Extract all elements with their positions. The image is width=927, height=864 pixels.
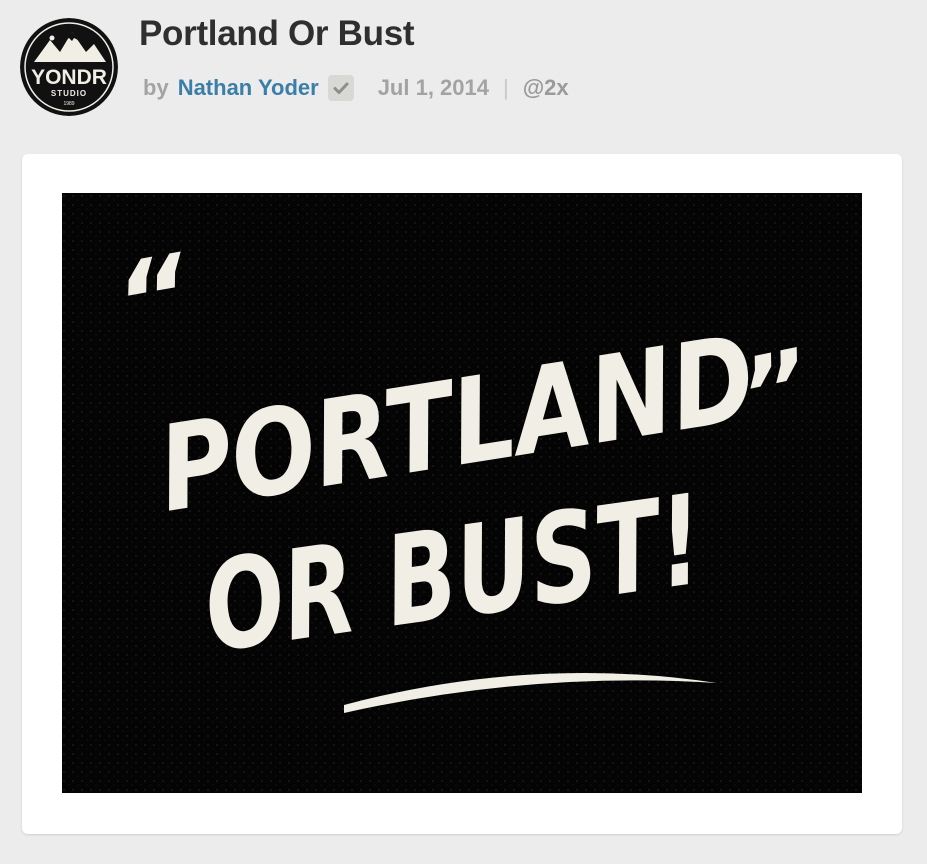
author-link[interactable]: Nathan Yoder bbox=[178, 75, 319, 101]
yondr-studio-logo: YONDR STUDIO 1989 bbox=[20, 18, 118, 116]
hidpi-link[interactable]: @2x bbox=[523, 75, 569, 101]
shot-title: Portland Or Bust bbox=[139, 14, 415, 53]
artwork-lettering: “ PORTLAND ” OR BUST! bbox=[62, 193, 862, 793]
shot-image[interactable]: “ PORTLAND ” OR BUST! bbox=[62, 193, 862, 793]
logo-year: 1989 bbox=[63, 101, 74, 107]
shot-byline: by Nathan Yoder Jul 1, 2014 | @2x bbox=[143, 73, 569, 103]
shot-header: YONDR STUDIO 1989 Portland Or Bust by Na… bbox=[0, 0, 927, 140]
meta-separator: | bbox=[503, 75, 509, 100]
logo-wordmark: YONDR bbox=[31, 66, 107, 89]
shot-date: Jul 1, 2014 bbox=[377, 75, 489, 100]
avatar[interactable]: YONDR STUDIO 1989 bbox=[20, 18, 118, 116]
checkmark-icon bbox=[333, 82, 349, 94]
checkmark-badge-icon[interactable] bbox=[327, 75, 354, 101]
logo-subtext: STUDIO bbox=[51, 89, 87, 98]
by-label: by bbox=[143, 75, 169, 100]
